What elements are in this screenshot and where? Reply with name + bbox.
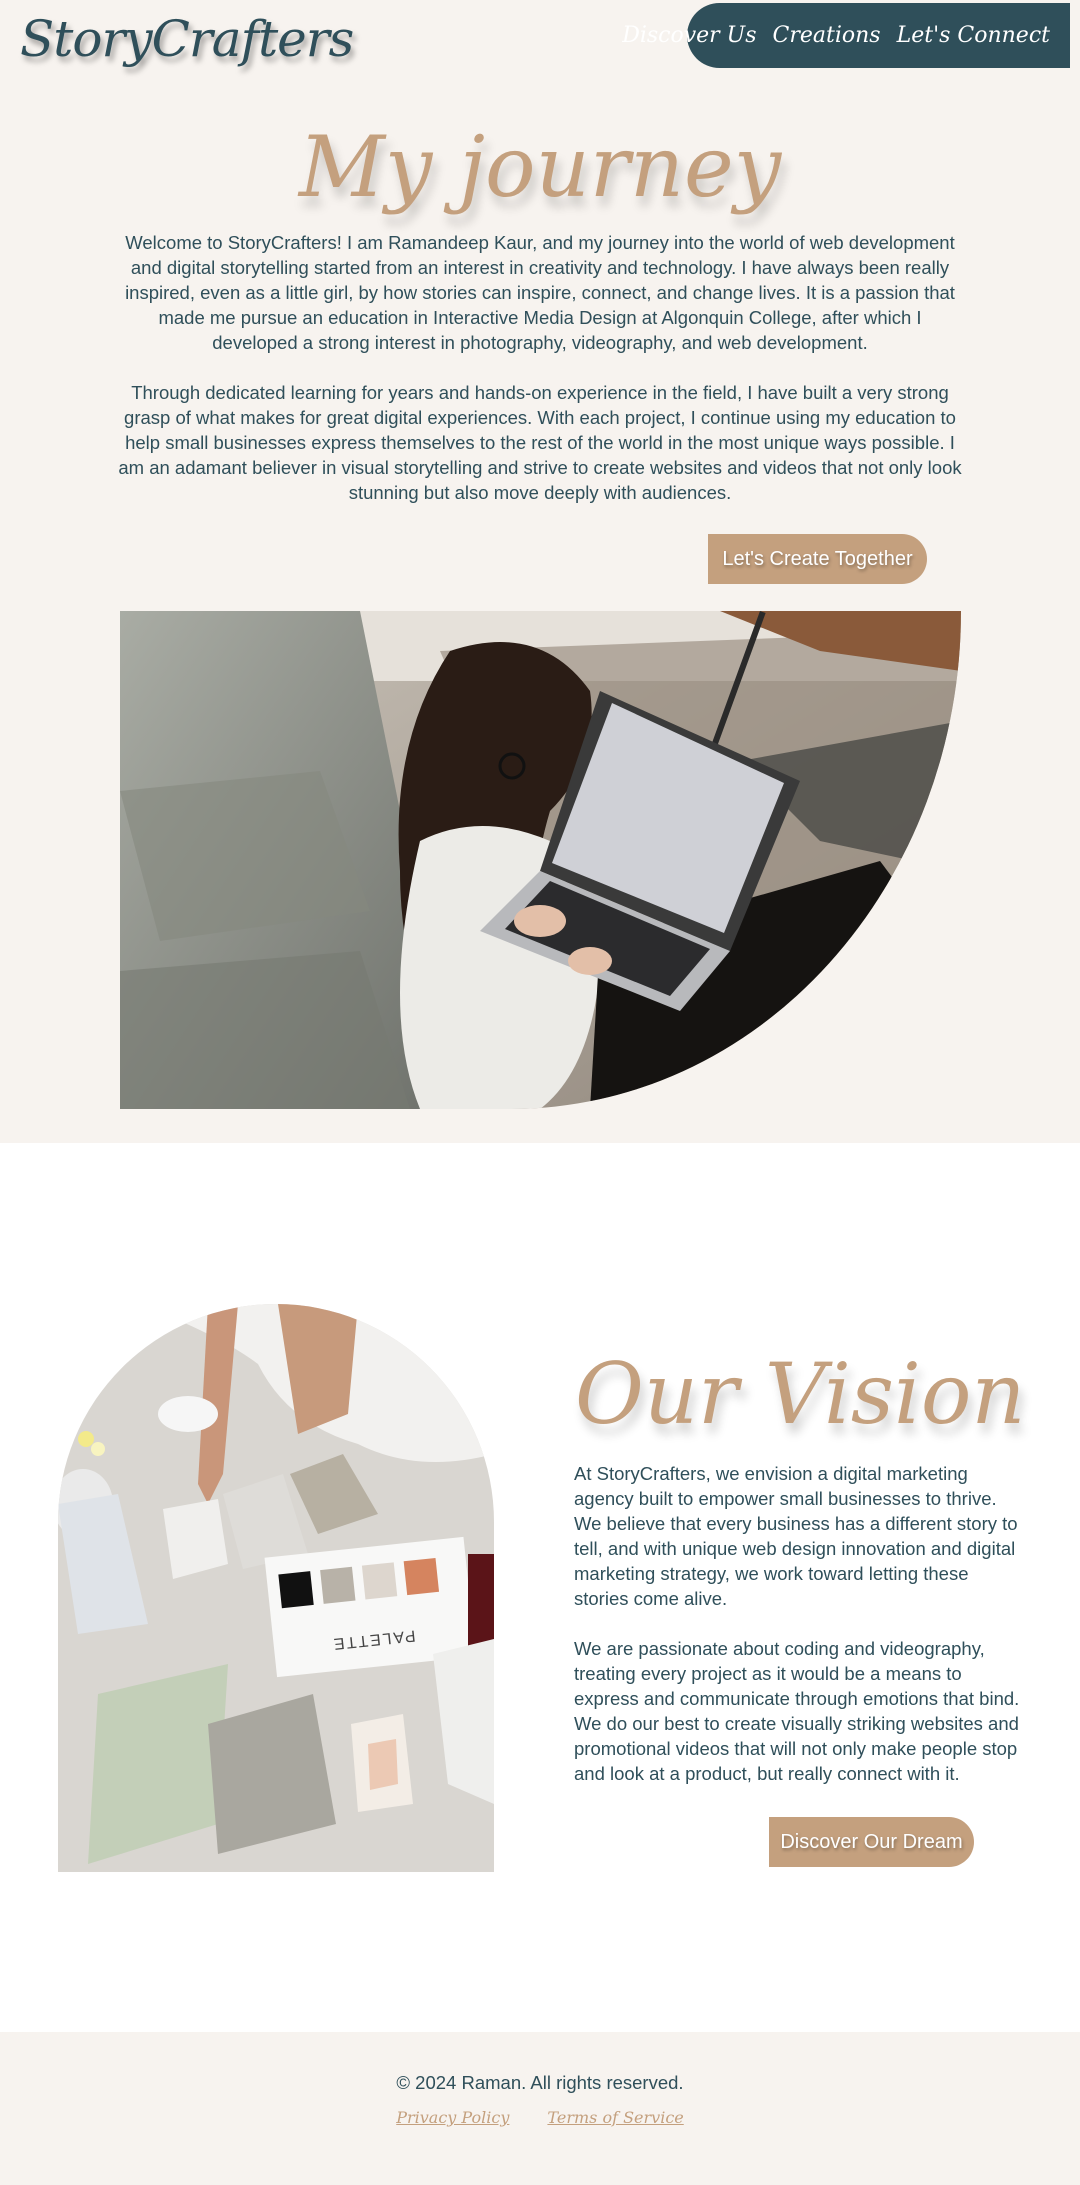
vision-title: Our Vision <box>575 1345 1026 1443</box>
copyright-text: © 2024 Raman. All rights reserved. <box>396 2072 684 2093</box>
journey-text: Welcome to StoryCrafters! I am Ramandeep… <box>118 230 962 530</box>
footer-links: Privacy Policy Terms of Service <box>0 2108 1080 2127</box>
main-nav: Discover Us Creations Let's Connect <box>622 3 1070 68</box>
journey-photo <box>120 611 961 1109</box>
nav-lets-connect[interactable]: Let's Connect <box>897 23 1050 48</box>
vision-paragraph-2: We are passionate about coding and video… <box>574 1638 1020 1784</box>
journey-title: My journey <box>298 118 782 216</box>
journey-paragraph-2: Through dedicated learning for years and… <box>118 382 962 503</box>
journey-paragraph-1: Welcome to StoryCrafters! I am Ramandeep… <box>125 232 955 353</box>
site-footer: © 2024 Raman. All rights reserved. Priva… <box>0 2032 1080 2185</box>
vision-paragraph-1: At StoryCrafters, we envision a digital … <box>574 1463 1018 1609</box>
journey-section: StoryCrafters Discover Us Creations Let'… <box>0 0 1080 1143</box>
nav-discover-us[interactable]: Discover Us <box>622 23 756 48</box>
nav-creations[interactable]: Creations <box>773 23 881 48</box>
discover-our-dream-button[interactable]: Discover Our Dream <box>769 1817 974 1867</box>
terms-of-service-link[interactable]: Terms of Service <box>547 2108 683 2127</box>
privacy-policy-link[interactable]: Privacy Policy <box>396 2108 509 2127</box>
vision-photo: PALETTE <box>58 1304 494 1872</box>
lets-create-together-button[interactable]: Let's Create Together <box>708 534 927 584</box>
vision-text: At StoryCrafters, we envision a digital … <box>574 1461 1024 1811</box>
site-logo[interactable]: StoryCrafters <box>20 10 354 68</box>
